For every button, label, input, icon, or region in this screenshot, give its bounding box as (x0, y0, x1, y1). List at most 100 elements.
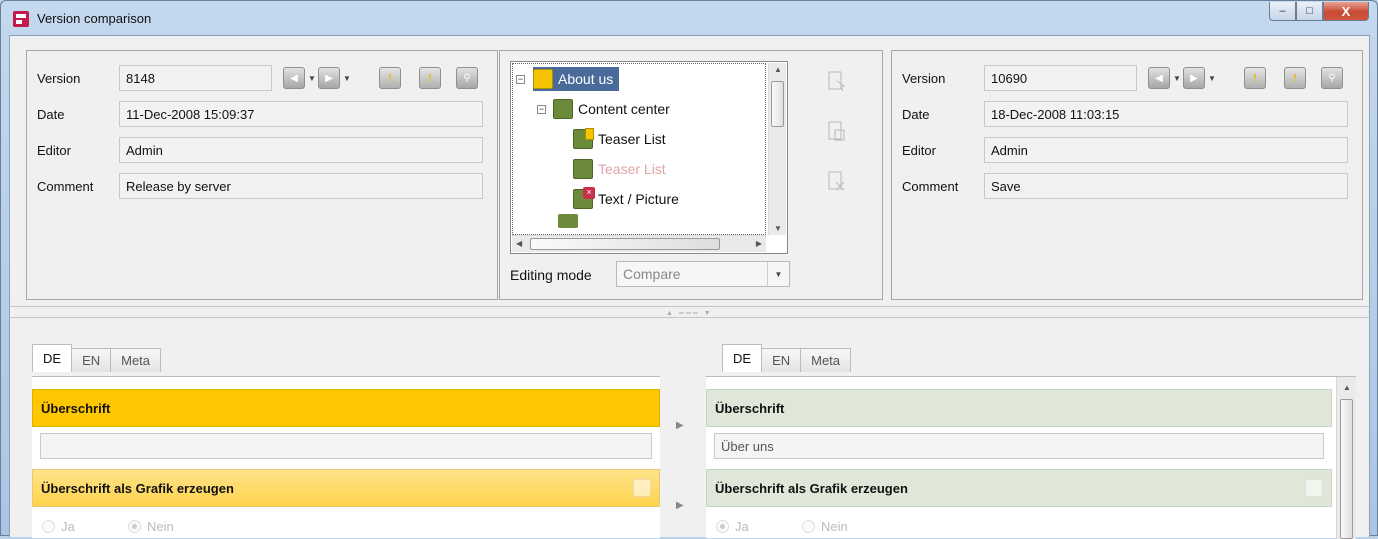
release-next-icon: ! (1293, 72, 1297, 84)
radio-label: Ja (61, 519, 75, 534)
previous-version-button[interactable]: ◀ (1148, 67, 1170, 89)
comment-label: Comment (902, 179, 959, 194)
tree-node-teaser-list-faded[interactable]: Teaser List (573, 157, 666, 181)
search-button[interactable]: ⚲ (1321, 67, 1343, 89)
chevron-down-icon[interactable]: ▼ (767, 262, 789, 286)
tree-node-content-center[interactable]: Content center (553, 97, 670, 121)
app-icon (13, 11, 29, 27)
document-icon[interactable] (633, 479, 651, 497)
tree-expander[interactable]: − (516, 75, 525, 84)
left-date-field[interactable]: 11-Dec-2008 15:09:37 (119, 101, 483, 127)
tree-node-label: Text / Picture (598, 191, 679, 207)
editor-vertical-scrollbar[interactable]: ▲ (1336, 377, 1356, 539)
document-icon[interactable] (1305, 479, 1323, 497)
section-header: Überschrift als Grafik erzeugen (32, 469, 660, 507)
next-version-button[interactable]: ▶ (318, 67, 340, 89)
section-header: Überschrift (706, 389, 1332, 427)
copy-page-button[interactable] (828, 121, 846, 143)
right-language-tabs: DE EN Meta (722, 344, 852, 372)
release-warning-icon (533, 69, 553, 89)
tab-en-left[interactable]: EN (71, 348, 112, 372)
tree-expander[interactable]: − (537, 105, 546, 114)
right-comment-field[interactable]: Save (984, 173, 1348, 199)
section-deleted-icon: × (573, 187, 595, 209)
tree-horizontal-scrollbar[interactable]: ◀ ▶ (512, 235, 766, 252)
content-center-icon (553, 99, 573, 119)
release-previous-button[interactable]: ! (1244, 67, 1266, 89)
tab-meta-left[interactable]: Meta (110, 348, 162, 372)
radio-ja[interactable]: Ja (42, 519, 75, 534)
radio-nein[interactable]: Nein (128, 519, 174, 534)
page-tree[interactable]: − About us − Content center Teaser List … (510, 61, 788, 254)
radio-label: Nein (147, 519, 174, 534)
release-previous-button[interactable]: ! (379, 67, 401, 89)
right-editor: Überschrift Über uns Überschrift als Gra… (706, 376, 1356, 539)
previous-version-icon: ◀ (1155, 72, 1163, 84)
release-next-button[interactable]: ! (419, 67, 441, 89)
tree-vertical-scrollbar[interactable]: ▲ ▼ (768, 63, 786, 235)
radio-circle (716, 520, 729, 533)
left-editor-field[interactable]: Admin (119, 137, 483, 163)
section-header: Überschrift als Grafik erzeugen (706, 469, 1332, 507)
window-title: Version comparison (37, 11, 152, 26)
scroll-right-icon[interactable]: ▶ (756, 239, 762, 248)
scroll-down-icon[interactable]: ▼ (774, 224, 782, 233)
section-title: Überschrift als Grafik erzeugen (715, 480, 908, 496)
tree-node-label: Content center (578, 101, 670, 117)
radio-label: Ja (735, 519, 749, 534)
scroll-thumb[interactable] (530, 238, 720, 250)
scroll-up-icon[interactable]: ▲ (1343, 383, 1351, 392)
section-icon (573, 159, 593, 179)
scroll-thumb[interactable] (771, 81, 784, 127)
previous-dropdown-icon[interactable]: ▼ (1173, 74, 1181, 83)
next-version-button[interactable]: ▶ (1183, 67, 1205, 89)
tab-meta-right[interactable]: Meta (800, 348, 852, 372)
section-title: Überschrift als Grafik erzeugen (41, 480, 234, 496)
left-version-field[interactable]: 8148 (119, 65, 272, 91)
left-language-tabs: DE EN Meta (32, 344, 162, 372)
tree-node-text-picture[interactable]: × Text / Picture (573, 187, 679, 211)
heading-input[interactable]: Über uns (714, 433, 1324, 459)
next-dropdown-icon[interactable]: ▼ (1208, 74, 1216, 83)
editing-mode-value: Compare (623, 266, 681, 282)
right-date-field[interactable]: 18-Dec-2008 11:03:15 (984, 101, 1348, 127)
editing-mode-label: Editing mode (510, 267, 592, 283)
right-editor-field[interactable]: Admin (984, 137, 1348, 163)
previous-version-button[interactable]: ◀ (283, 67, 305, 89)
tree-node-label: Teaser List (598, 161, 666, 177)
copy-right-arrow-icon[interactable]: ▶ (676, 420, 684, 431)
editing-mode-select[interactable]: Compare ▼ (616, 261, 790, 287)
heading-input[interactable] (40, 433, 652, 459)
editor-label: Editor (37, 143, 71, 158)
title-bar[interactable]: Version comparison – □ X (1, 1, 1377, 35)
close-button[interactable]: X (1323, 2, 1369, 21)
tab-de-left[interactable]: DE (32, 344, 73, 372)
tree-node-about-us[interactable]: About us (533, 67, 620, 91)
previous-dropdown-icon[interactable]: ▼ (308, 74, 316, 83)
copy-to-right-button[interactable] (828, 71, 846, 93)
maximize-button[interactable]: □ (1296, 2, 1323, 21)
scroll-up-icon[interactable]: ▲ (774, 65, 782, 74)
tree-node-label: Teaser List (598, 131, 666, 147)
tree-node-teaser-list[interactable]: Teaser List (573, 127, 666, 151)
search-button[interactable]: ⚲ (456, 67, 478, 89)
scroll-thumb[interactable] (1340, 399, 1353, 539)
next-dropdown-icon[interactable]: ▼ (343, 74, 351, 83)
splitter[interactable]: ▲ ═══ ▼ (10, 306, 1369, 318)
scroll-left-icon[interactable]: ◀ (516, 239, 522, 248)
left-comment-field[interactable]: Release by server (119, 173, 483, 199)
radio-ja[interactable]: Ja (716, 519, 749, 534)
release-next-icon: ! (428, 72, 432, 84)
right-version-field[interactable]: 10690 (984, 65, 1137, 91)
next-version-icon: ▶ (1190, 72, 1198, 84)
radio-nein[interactable]: Nein (802, 519, 848, 534)
minimize-button[interactable]: – (1269, 2, 1296, 21)
release-icon: ! (388, 72, 392, 84)
splitter-grip-icon[interactable]: ▲ ═══ ▼ (666, 310, 713, 317)
tab-en-right[interactable]: EN (761, 348, 802, 372)
copy-right-arrow-icon[interactable]: ▶ (676, 500, 684, 511)
next-version-icon: ▶ (325, 72, 333, 84)
release-next-button[interactable]: ! (1284, 67, 1306, 89)
delete-compare-button[interactable] (828, 171, 846, 193)
tab-de-right[interactable]: DE (722, 344, 763, 372)
